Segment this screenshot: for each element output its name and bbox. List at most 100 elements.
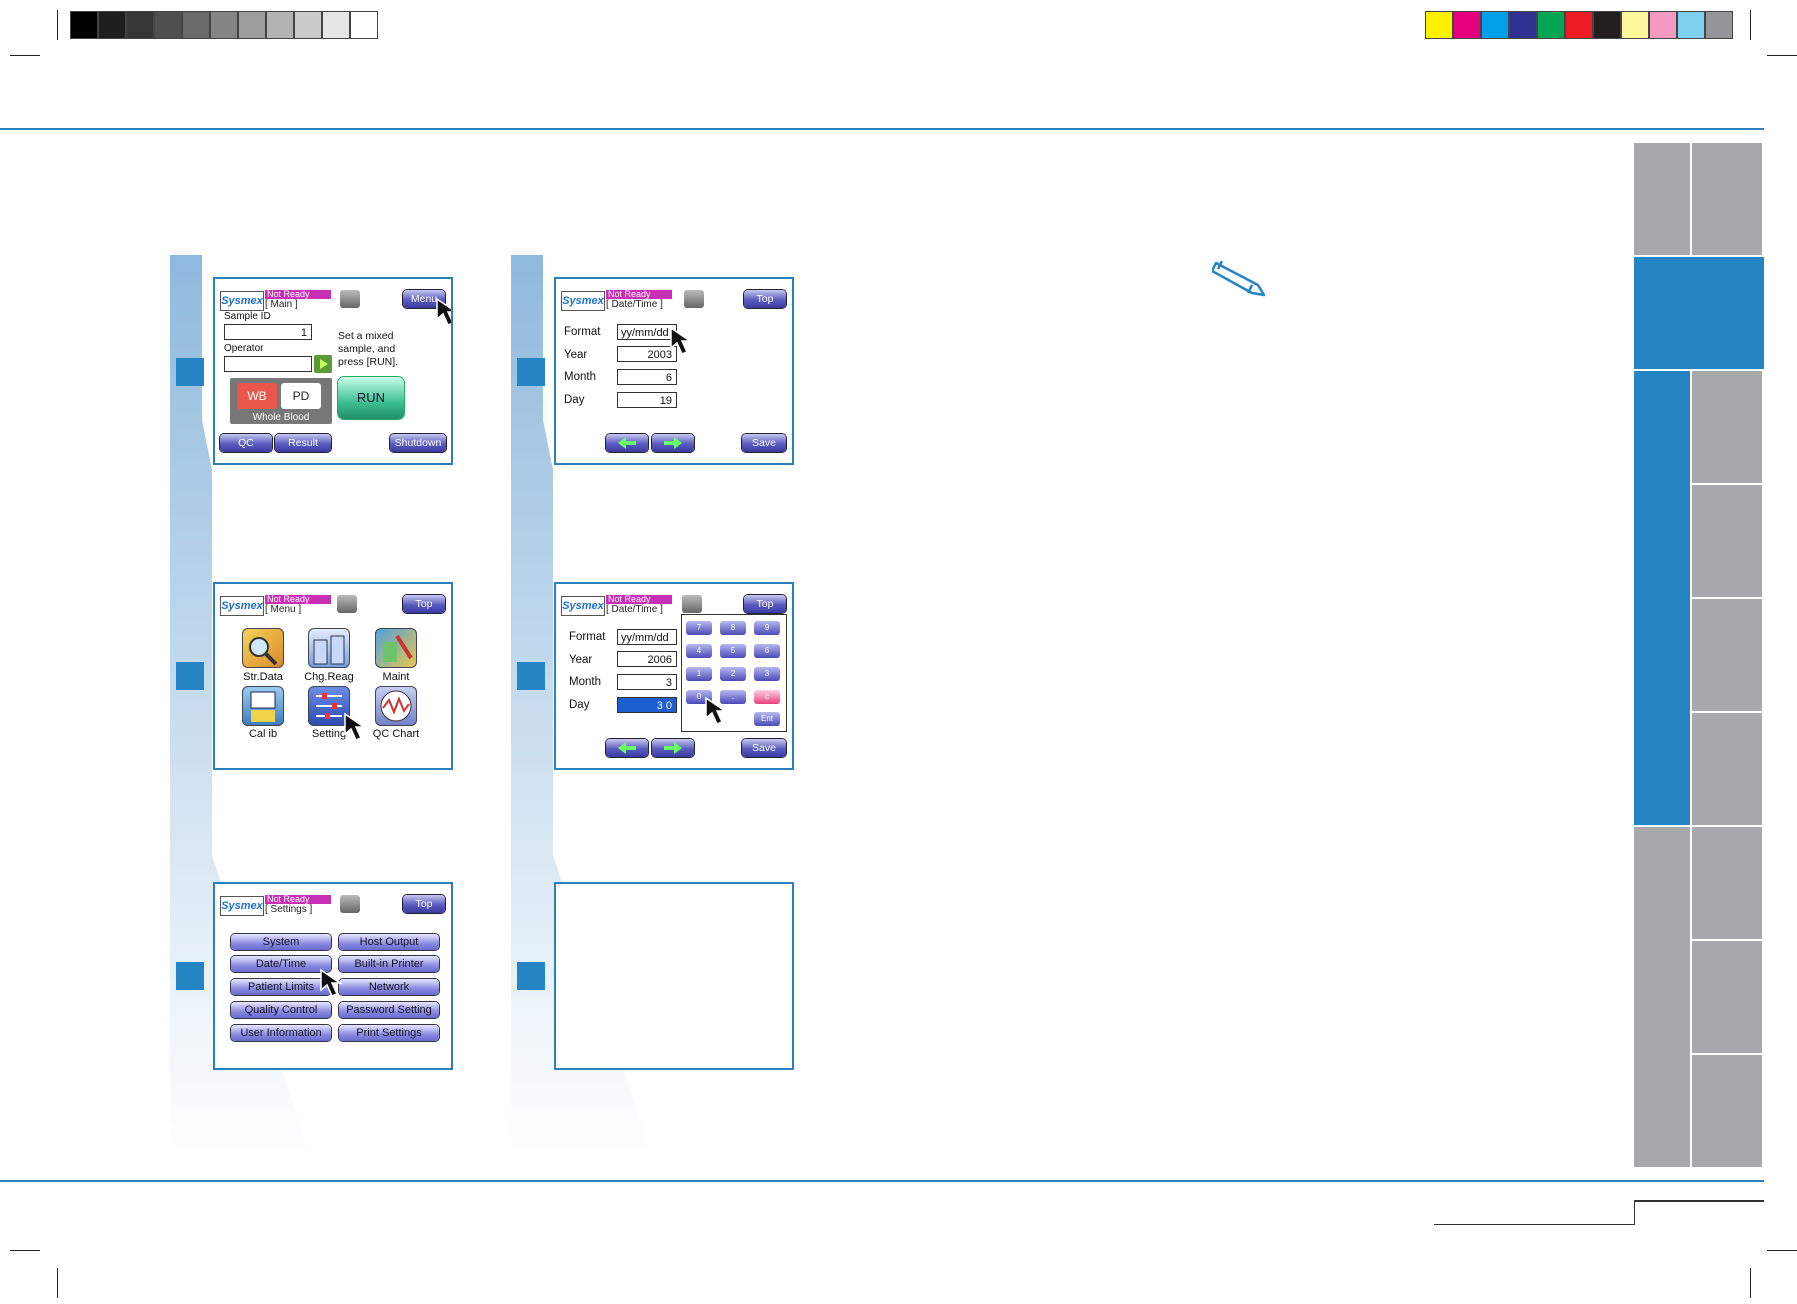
- header-rule: [0, 128, 1764, 130]
- key-3[interactable]: 3: [754, 667, 780, 681]
- color-swatch: [238, 11, 266, 39]
- empty-screen-frame: [554, 882, 794, 1070]
- page-number-frame: [1434, 1201, 1635, 1225]
- year-label: Year: [564, 349, 588, 361]
- gray-ramp: [70, 0, 380, 50]
- index-tab[interactable]: [1692, 371, 1764, 485]
- date-time-button[interactable]: Date/Time: [231, 956, 331, 972]
- crop-mark: [57, 10, 58, 40]
- top-button[interactable]: Top: [744, 595, 786, 613]
- step-marker-3: [176, 962, 204, 990]
- key-2[interactable]: 2: [720, 667, 746, 681]
- crop-mark: [10, 55, 40, 56]
- shutdown-button[interactable]: Shutdown: [390, 434, 446, 452]
- key-4[interactable]: 4: [686, 644, 712, 658]
- color-swatch: [1677, 11, 1705, 39]
- maintenance-icon[interactable]: [375, 628, 417, 668]
- index-tab-active[interactable]: [1634, 257, 1764, 371]
- index-tab[interactable]: [1692, 143, 1764, 257]
- index-tab[interactable]: [1692, 827, 1764, 941]
- format-select[interactable]: yy/mm/dd: [617, 629, 677, 645]
- crop-mark: [1750, 10, 1751, 40]
- index-tab[interactable]: [1634, 143, 1692, 257]
- color-swatch: [1537, 11, 1565, 39]
- quality-control-button[interactable]: Quality Control: [231, 1002, 331, 1018]
- top-button[interactable]: Top: [744, 290, 786, 308]
- pd-button[interactable]: PD: [281, 383, 321, 409]
- index-tab[interactable]: [1692, 485, 1764, 599]
- sample-id-field[interactable]: 1: [224, 324, 312, 340]
- magnifier-folder-icon[interactable]: [242, 628, 284, 668]
- month-field[interactable]: 3: [617, 674, 677, 690]
- key-7[interactable]: 7: [686, 621, 712, 635]
- day-field[interactable]: 19: [617, 392, 677, 408]
- print-settings-button[interactable]: Print Settings: [339, 1025, 439, 1041]
- wb-button[interactable]: WB: [237, 383, 277, 409]
- index-tab[interactable]: [1692, 599, 1764, 713]
- index-tab[interactable]: [1692, 941, 1764, 1055]
- format-select[interactable]: yy/mm/dd: [617, 324, 677, 340]
- key-1[interactable]: 1: [686, 667, 712, 681]
- forward-arrow-button[interactable]: [652, 434, 694, 452]
- color-swatch: [294, 11, 322, 39]
- qc-button[interactable]: QC: [220, 434, 272, 452]
- year-field[interactable]: 2006: [617, 651, 677, 667]
- index-tab[interactable]: [1634, 827, 1692, 1169]
- year-field[interactable]: 2003: [617, 346, 677, 362]
- printer-icon[interactable]: [340, 895, 360, 913]
- play-icon[interactable]: [314, 355, 332, 373]
- network-button[interactable]: Network: [339, 979, 439, 995]
- screen-title: [ Main ]: [265, 299, 298, 310]
- index-tab[interactable]: [1692, 1055, 1764, 1169]
- color-swatch: [154, 11, 182, 39]
- key-enter[interactable]: Ent: [754, 712, 780, 726]
- calibration-icon[interactable]: [242, 686, 284, 726]
- save-button[interactable]: Save: [742, 739, 786, 757]
- run-button[interactable]: RUN: [338, 377, 404, 419]
- reagent-bottles-icon[interactable]: [308, 628, 350, 668]
- back-arrow-button[interactable]: [606, 739, 648, 757]
- system-button[interactable]: System: [231, 934, 331, 950]
- index-tab[interactable]: [1692, 713, 1764, 827]
- result-button[interactable]: Result: [275, 434, 331, 452]
- screen-title: [ Menu ]: [265, 604, 302, 615]
- color-swatch: [1565, 11, 1593, 39]
- mode-caption: Whole Blood: [252, 412, 310, 423]
- patient-limits-button[interactable]: Patient Limits: [231, 979, 331, 995]
- key-8[interactable]: 8: [720, 621, 746, 635]
- forward-arrow-button[interactable]: [652, 739, 694, 757]
- key-9[interactable]: 9: [754, 621, 780, 635]
- password-setting-button[interactable]: Password Setting: [339, 1002, 439, 1018]
- app-label-str-data: Str.Data: [243, 671, 283, 683]
- back-arrow-button[interactable]: [606, 434, 648, 452]
- menu-screen: Sysmex Not Ready [ Menu ] Top Str.Data C…: [213, 582, 453, 770]
- color-swatch: [350, 11, 378, 39]
- operator-label: Operator: [224, 343, 264, 354]
- screen-title: [ Date/Time ]: [606, 604, 663, 615]
- top-button[interactable]: Top: [403, 895, 445, 913]
- host-output-button[interactable]: Host Output: [339, 934, 439, 950]
- printer-icon[interactable]: [337, 595, 357, 613]
- operator-field[interactable]: [224, 356, 312, 372]
- main-screen: Sysmex Not Ready [ Main ] Menu Sample ID…: [213, 277, 453, 465]
- printer-icon[interactable]: [682, 595, 702, 613]
- color-bar: [1425, 0, 1735, 50]
- crop-mark: [1767, 1250, 1797, 1251]
- top-button[interactable]: Top: [403, 595, 445, 613]
- printer-icon[interactable]: [340, 290, 360, 308]
- qc-chart-icon[interactable]: [375, 686, 417, 726]
- built-in-printer-button[interactable]: Built-in Printer: [339, 956, 439, 972]
- day-field-active[interactable]: 3 0: [617, 697, 677, 713]
- color-swatch: [1509, 11, 1537, 39]
- key-6[interactable]: 6: [754, 644, 780, 658]
- month-field[interactable]: 6: [617, 369, 677, 385]
- step-marker-5: [517, 662, 545, 690]
- sysmex-logo: Sysmex: [220, 596, 264, 616]
- key-clear[interactable]: c: [754, 690, 780, 704]
- save-button[interactable]: Save: [742, 434, 786, 452]
- day-label: Day: [569, 699, 590, 711]
- key-5[interactable]: 5: [720, 644, 746, 658]
- instruction-line-3: press [RUN].: [338, 356, 399, 368]
- user-information-button[interactable]: User Information: [231, 1025, 331, 1041]
- printer-icon[interactable]: [684, 290, 704, 308]
